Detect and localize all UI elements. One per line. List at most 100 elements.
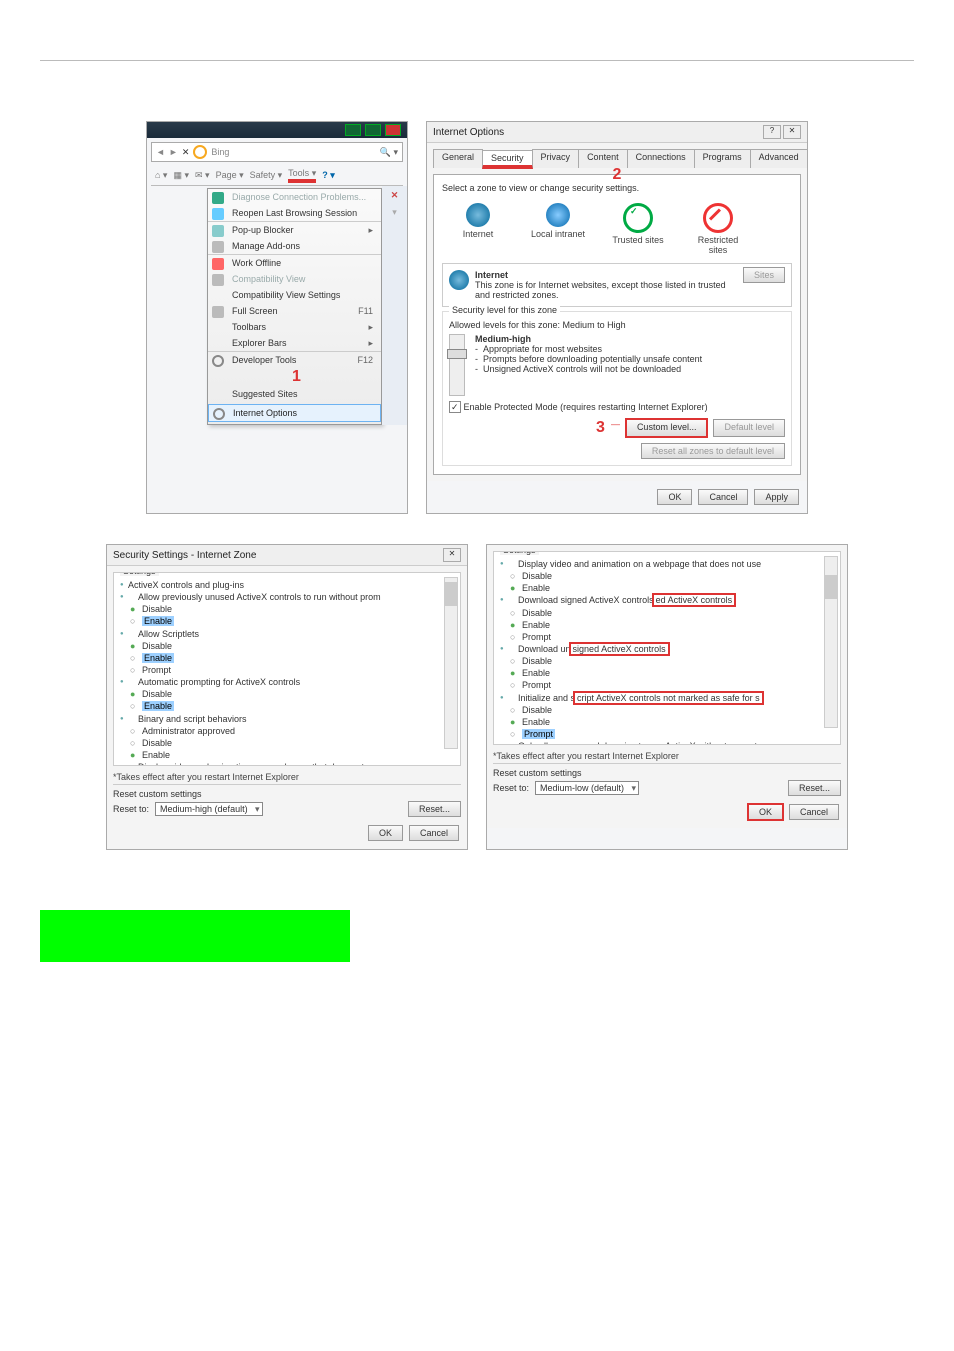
radio-disable[interactable]: Disable [120, 688, 454, 700]
radio-enable[interactable]: Enable [500, 619, 834, 631]
radio-enable[interactable]: Enable [120, 615, 454, 627]
ok-button[interactable]: OK [657, 489, 692, 505]
help-icon[interactable]: ? ▾ [322, 170, 335, 181]
cancel-button[interactable]: Cancel [698, 489, 748, 505]
radio-prompt[interactable]: Prompt [500, 631, 834, 643]
address-bar[interactable]: ◄ ► ✕ Bing 🔍 ▾ [151, 142, 403, 162]
default-level-button[interactable]: Default level [713, 419, 785, 437]
mi-devtools[interactable]: Developer ToolsF12 [208, 351, 381, 368]
zone-restricted[interactable]: Restricted sites [688, 203, 748, 255]
level-name: Medium-high [475, 334, 702, 344]
protected-mode-check[interactable]: ✓Enable Protected Mode (requires restart… [449, 402, 785, 413]
close-btn[interactable]: ✕ [783, 125, 801, 139]
mi-compat[interactable]: Compatibility View [208, 271, 381, 287]
min-btn[interactable] [345, 124, 361, 136]
item-display-video: Display video and animation on a webpage… [120, 761, 454, 766]
radio-disable[interactable]: Disable [500, 607, 834, 619]
apply-button[interactable]: Apply [754, 489, 799, 505]
custom-level-button[interactable]: Custom level... [626, 419, 708, 437]
radio-prompt[interactable]: Prompt [120, 664, 454, 676]
radio-disable[interactable]: Disable [500, 655, 834, 667]
close-btn[interactable] [385, 124, 401, 136]
tab-privacy[interactable]: Privacy [532, 149, 580, 168]
restart-note: *Takes effect after you restart Internet… [113, 772, 461, 782]
callout-3: 3 [596, 419, 605, 437]
radio-enable[interactable]: Enable [120, 700, 454, 712]
radio-enable[interactable]: Enable [120, 749, 454, 761]
dialog-title: Security Settings - Internet Zone [113, 550, 256, 561]
mail-icon[interactable]: ✉ ▾ [195, 170, 210, 181]
slider-thumb[interactable] [447, 349, 467, 359]
radio-enable[interactable]: Enable [500, 667, 834, 679]
tab-general[interactable]: General [433, 149, 483, 168]
bing-icon [190, 142, 210, 162]
zone-internet[interactable]: Internet [448, 203, 508, 255]
tab-advanced[interactable]: Advanced [750, 149, 808, 168]
check-icon [623, 203, 653, 233]
dropdown-arrow[interactable]: ▾ [382, 207, 407, 218]
radio-disable[interactable]: Disable [500, 704, 834, 716]
tab-security[interactable]: Security [482, 150, 533, 169]
radio-prompt[interactable]: Prompt [500, 728, 834, 740]
mi-compat-settings[interactable]: Compatibility View Settings [208, 287, 381, 303]
radio-disable[interactable]: Disable [120, 737, 454, 749]
back-btn[interactable]: ◄ [156, 147, 165, 157]
reset-button[interactable]: Reset... [408, 801, 461, 817]
mi-popup[interactable]: Pop-up Blocker▸ [208, 221, 381, 238]
settings-tree[interactable]: Display video and animation on a webpage… [500, 558, 834, 745]
reset-group-title: Reset custom settings [113, 789, 461, 799]
mi-internet-options[interactable]: Internet Options [208, 404, 381, 422]
addons-icon [212, 241, 224, 253]
redacted-green-block [40, 910, 350, 962]
mi-diagnose[interactable]: Diagnose Connection Problems... [208, 189, 381, 205]
zone-name: Internet [475, 270, 737, 280]
radio-disable[interactable]: Disable [120, 603, 454, 615]
settings-tree[interactable]: ActiveX controls and plug-ins Allow prev… [120, 579, 454, 766]
radio-prompt[interactable]: Prompt [500, 679, 834, 691]
mi-suggested[interactable]: Suggested Sites [208, 386, 381, 402]
select-zone-label: Select a zone to view or change security… [442, 183, 792, 193]
cancel-button[interactable]: Cancel [409, 825, 459, 841]
safety-menu[interactable]: Safety [250, 170, 283, 181]
fwd-btn[interactable]: ► [169, 147, 178, 157]
cancel-button[interactable]: Cancel [789, 804, 839, 820]
reset-to-select[interactable]: Medium-low (default) [535, 781, 639, 795]
sites-button[interactable]: Sites [743, 267, 785, 283]
radio-disable[interactable]: Disable [120, 640, 454, 652]
callout-2: 2 [613, 166, 622, 184]
radio-enable[interactable]: Enable [500, 716, 834, 728]
mi-addons[interactable]: Manage Add-ons [208, 238, 381, 254]
stop-icon[interactable]: ✕ [182, 147, 190, 158]
zone-local[interactable]: Local intranet [528, 203, 588, 255]
max-btn[interactable] [365, 124, 381, 136]
item-scriptlets: Allow Scriptlets [120, 628, 454, 640]
help-btn[interactable]: ? [763, 125, 781, 139]
ok-button[interactable]: OK [748, 804, 783, 820]
ok-button[interactable]: OK [368, 825, 403, 841]
close-btn[interactable]: ✕ [443, 548, 461, 562]
page-menu[interactable]: Page [216, 170, 244, 181]
tools-menu[interactable]: Tools [288, 168, 316, 183]
security-slider[interactable] [449, 334, 465, 396]
history-icon [212, 208, 224, 220]
reset-to-select[interactable]: Medium-high (default) [155, 802, 263, 816]
mi-explorerbars[interactable]: Explorer Bars▸ [208, 335, 381, 351]
close-x[interactable]: ✕ [382, 190, 407, 201]
radio-enable[interactable]: Enable [500, 582, 834, 594]
feeds-icon[interactable]: ▦ ▾ [173, 170, 189, 181]
search-text: Bing [211, 147, 375, 157]
tab-programs[interactable]: Programs [694, 149, 751, 168]
search-icon[interactable]: 🔍 ▾ [380, 147, 398, 158]
radio-disable[interactable]: Disable [500, 570, 834, 582]
mi-offline[interactable]: Work Offline [208, 254, 381, 271]
tab-connections[interactable]: Connections [627, 149, 695, 168]
mi-reopen[interactable]: Reopen Last Browsing Session [208, 205, 381, 221]
home-icon[interactable]: ⌂ ▾ [155, 170, 167, 181]
mi-fullscreen[interactable]: Full ScreenF11 [208, 303, 381, 319]
zone-trusted[interactable]: Trusted sites [608, 203, 668, 255]
reset-button[interactable]: Reset... [788, 780, 841, 796]
radio-admin[interactable]: Administrator approved [120, 725, 454, 737]
mi-toolbars[interactable]: Toolbars▸ [208, 319, 381, 335]
reset-all-zones-button[interactable]: Reset all zones to default level [641, 443, 785, 459]
radio-enable[interactable]: Enable [120, 652, 454, 664]
